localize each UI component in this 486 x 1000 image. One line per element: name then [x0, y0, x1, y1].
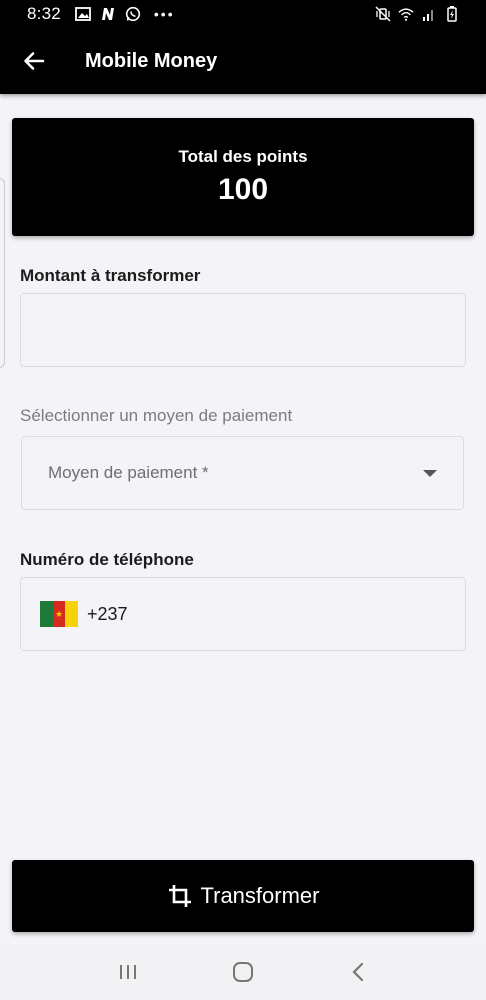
recent-apps-icon[interactable] [108, 952, 148, 992]
status-right [375, 6, 460, 22]
transform-label: Transformer [200, 883, 320, 908]
whatsapp-icon [125, 6, 141, 22]
status-time: 8:32 [27, 4, 61, 23]
points-label: Total des points [178, 147, 308, 166]
wifi-icon [398, 6, 414, 22]
side-drawer-handle[interactable] [0, 178, 5, 368]
back-button[interactable] [9, 36, 59, 86]
amount-input[interactable] [21, 294, 465, 366]
payment-method-select[interactable]: Moyen de paiement * [21, 436, 464, 510]
points-card: Total des points 100 [12, 118, 474, 236]
signal-icon [421, 6, 437, 22]
home-icon[interactable] [223, 952, 263, 992]
payment-method-label: Sélectionner un moyen de paiement [20, 406, 293, 425]
amount-field-container [20, 293, 466, 367]
page-title: Mobile Money [85, 49, 218, 72]
payment-method-placeholder: Moyen de paiement * [48, 463, 209, 482]
dropdown-arrow-icon [423, 469, 437, 477]
status-left: 8:32 ••• [27, 4, 175, 24]
mute-vibrate-icon [375, 6, 391, 22]
transform-button[interactable]: Transformer [12, 860, 474, 932]
battery-icon [444, 6, 460, 22]
status-bar: 8:32 ••• [0, 0, 486, 28]
phone-label: Numéro de téléphone [20, 550, 194, 569]
amount-label: Montant à transformer [20, 266, 201, 285]
crop-icon [167, 883, 193, 909]
country-code: +237 [87, 603, 128, 624]
back-icon[interactable] [338, 952, 378, 992]
cameroon-flag-icon[interactable]: ★ [40, 601, 79, 627]
notification-icons: ••• [74, 6, 175, 22]
system-nav-bar [0, 944, 486, 1000]
arrow-left-icon [24, 52, 45, 70]
image-icon [74, 6, 91, 22]
phone-field[interactable]: ★ +237 [20, 577, 466, 651]
app-bar: Mobile Money [0, 28, 486, 94]
points-value: 100 [217, 173, 269, 206]
n-app-icon [100, 6, 116, 22]
more-dots-icon: ••• [153, 6, 175, 22]
